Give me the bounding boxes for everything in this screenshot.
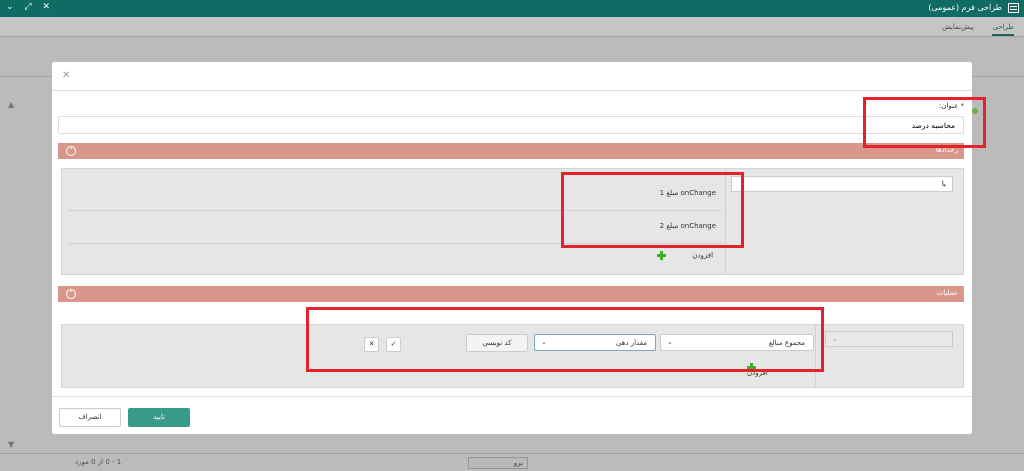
- operations-panel: ⌄ مجموع مبالغ ⌄ مقدار دهی ⌄ کد نویسی ✓ ✕…: [61, 324, 964, 388]
- collapse-icon[interactable]: ⌃: [66, 289, 76, 299]
- chevron-down-icon: ⌄: [832, 335, 838, 343]
- remove-icon[interactable]: ✕: [364, 337, 379, 352]
- window-controls[interactable]: ⌄ ⤢ ✕: [6, 2, 54, 12]
- triggers-panel: مبلغ 1 onChange مبلغ 2 onChange افزودن: [61, 168, 964, 275]
- operations-section-header[interactable]: عملیات ⌃: [58, 286, 964, 302]
- operation-type-select[interactable]: ⌄: [825, 331, 953, 347]
- plus-icon: [657, 251, 666, 260]
- operations-left-column: ⌄: [815, 325, 963, 387]
- cancel-button[interactable]: انصراف: [59, 408, 121, 427]
- operations-section-label: عملیات: [936, 289, 958, 297]
- variable-column: [725, 169, 963, 274]
- calculation-dialog: ✕ * عنوان: رخدادها ⌃ مبلغ 1 onChange مبل…: [52, 62, 978, 434]
- window-titlebar: ⌄ ⤢ ✕ طراحی فرم (عمومی): [0, 0, 1024, 17]
- ok-button[interactable]: تایید: [128, 408, 190, 427]
- title-label: * عنوان:: [938, 102, 964, 110]
- collapse-icon[interactable]: ⌃: [66, 146, 76, 156]
- confirm-icon[interactable]: ✓: [386, 337, 401, 352]
- triggers-section-label: رخدادها: [935, 146, 958, 154]
- param-row[interactable]: مبلغ 2 onChange: [68, 211, 722, 244]
- function-select[interactable]: مجموع مبالغ ⌄: [660, 334, 814, 351]
- variable-input[interactable]: [731, 176, 953, 192]
- footer-divider: [52, 396, 972, 397]
- chevron-down-icon: ⌄: [667, 338, 673, 346]
- close-icon[interactable]: ✕: [62, 70, 70, 81]
- param-text: مبلغ 1 onChange: [659, 189, 716, 197]
- add-param-label: افزودن: [692, 251, 714, 260]
- add-param-button[interactable]: افزودن: [657, 251, 713, 260]
- header-divider: [52, 90, 972, 91]
- assign-select[interactable]: مقدار دهی ⌄: [534, 334, 656, 351]
- triggers-section-header[interactable]: رخدادها ⌃: [58, 143, 964, 159]
- param-row[interactable]: مبلغ 1 onChange: [68, 178, 722, 211]
- code-button[interactable]: کد نویسی: [466, 334, 528, 352]
- form-icon: [1008, 3, 1019, 13]
- window-title: طراحی فرم (عمومی): [928, 3, 1002, 12]
- param-text: مبلغ 2 onChange: [659, 222, 716, 230]
- assign-select-value: مقدار دهی: [615, 339, 647, 347]
- title-input[interactable]: [58, 116, 964, 134]
- function-select-value: مجموع مبالغ: [768, 339, 805, 347]
- add-operation-button[interactable]: افزودن: [747, 363, 768, 377]
- chevron-down-icon: ⌄: [541, 338, 547, 346]
- plus-icon: [747, 363, 756, 372]
- status-dot: [972, 108, 978, 114]
